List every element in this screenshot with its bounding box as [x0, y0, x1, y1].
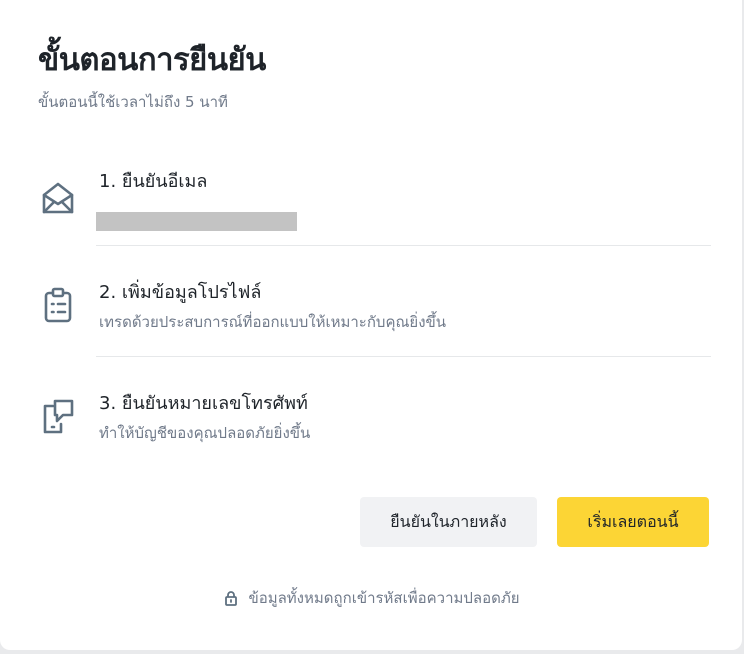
divider: [96, 356, 711, 357]
page-subtitle: ขั้นตอนนี้ใช้เวลาไม่ถึง 5 นาที: [38, 93, 228, 111]
start-now-button[interactable]: เริ่มเลยตอนนี้: [557, 497, 709, 547]
verify-later-button[interactable]: ยืนยันในภายหลัง: [360, 497, 537, 547]
phone-verify-icon: [38, 396, 78, 436]
security-note: ข้อมูลทั้งหมดถูกเข้ารหัสเพื่อความปลอดภัย: [0, 586, 744, 610]
clipboard-list-icon: [38, 285, 78, 325]
security-note-text: ข้อมูลทั้งหมดถูกเข้ารหัสเพื่อความปลอดภัย: [248, 589, 520, 607]
page-title: ขั้นตอนการยืนยัน: [38, 42, 266, 78]
step-title: 1. ยืนยันอีเมล: [99, 171, 208, 192]
envelope-open-icon: [38, 178, 78, 218]
step-description: ทำให้บัญชีของคุณปลอดภัยยิ่งขึ้น: [99, 424, 311, 442]
divider: [96, 245, 711, 246]
redacted-email: [96, 212, 297, 231]
step-description: เทรดด้วยประสบการณ์ที่ออกแบบให้เหมาะกับคุ…: [99, 313, 447, 331]
verification-modal: ขั้นตอนการยืนยัน ขั้นตอนนี้ใช้เวลาไม่ถึง…: [0, 0, 742, 650]
step-title: 2. เพิ่มข้อมูลโปรไฟล์: [99, 282, 262, 303]
lock-icon: [224, 590, 238, 606]
step-title: 3. ยืนยันหมายเลขโทรศัพท์: [99, 393, 308, 414]
